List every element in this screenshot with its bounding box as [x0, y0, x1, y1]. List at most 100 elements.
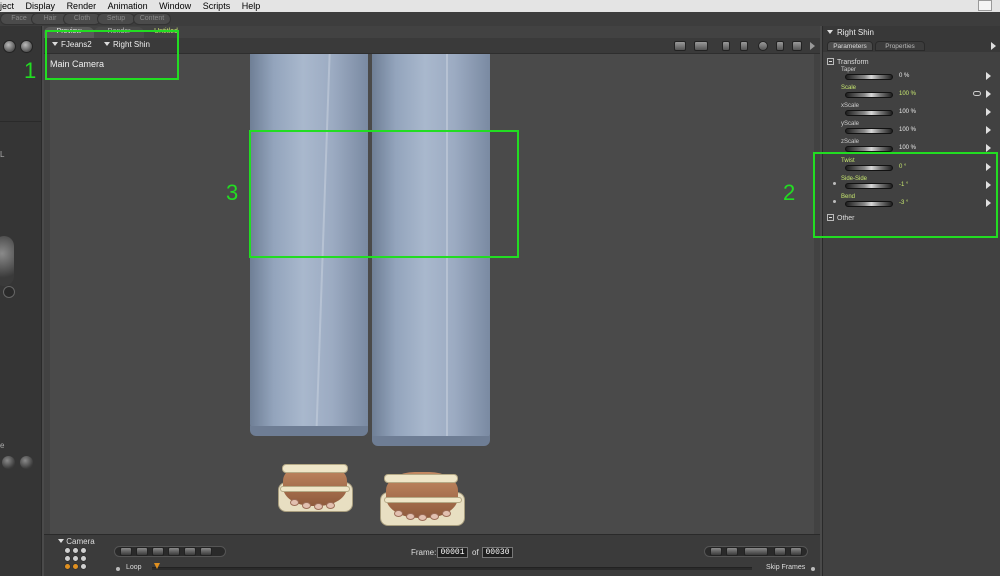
param-dial[interactable]: [845, 92, 893, 98]
group-transform-label: Transform: [837, 59, 869, 66]
param-dial[interactable]: [845, 74, 893, 80]
param-value[interactable]: 100 %: [899, 109, 916, 115]
panel-menu-arrow-icon[interactable]: [991, 42, 996, 50]
play-button[interactable]: [168, 547, 180, 556]
menu-window[interactable]: Window: [159, 0, 191, 12]
camera-pad-dot[interactable]: [72, 555, 79, 562]
tab-properties[interactable]: Properties: [875, 41, 925, 51]
next-frame-button[interactable]: [184, 547, 196, 556]
camera-pad-label[interactable]: Camera: [58, 537, 95, 546]
camera-pad-dot[interactable]: [80, 555, 87, 562]
toe: [326, 502, 335, 509]
panel-divider: [0, 121, 42, 122]
add-key-button[interactable]: [774, 547, 786, 556]
camera-pad-dot[interactable]: [72, 563, 79, 570]
annotation-box-3: [249, 130, 519, 258]
param-value[interactable]: 0 %: [899, 73, 909, 79]
light-ball-icon[interactable]: [20, 456, 33, 469]
stop-button[interactable]: [152, 547, 164, 556]
camera-tool-icon[interactable]: [20, 40, 33, 53]
camera-pad-dot[interactable]: [80, 547, 87, 554]
key-options-button[interactable]: [744, 547, 768, 556]
current-frame-field[interactable]: 00001: [437, 547, 468, 558]
delete-key-button[interactable]: [790, 547, 802, 556]
chevron-down-icon[interactable]: [827, 30, 833, 34]
timeline-scrubber[interactable]: [152, 567, 752, 570]
menu-animation[interactable]: Animation: [108, 0, 148, 12]
playhead-icon[interactable]: [154, 563, 160, 569]
param-dial[interactable]: [845, 110, 893, 116]
room-tabs-right: [820, 12, 1000, 26]
loop-label: Loop: [126, 564, 142, 571]
param-value[interactable]: 100 %: [899, 127, 916, 133]
menu-help[interactable]: Help: [242, 0, 261, 12]
room-tab-cloth[interactable]: Cloth: [63, 13, 101, 25]
room-tab-content[interactable]: Content: [133, 13, 171, 25]
room-tabs: Face Hair Cloth Setup Content: [0, 12, 820, 26]
lighting-icon[interactable]: [740, 41, 748, 51]
skip-frames-toggle-icon[interactable]: [811, 567, 815, 571]
toe: [406, 513, 415, 520]
select-figure-icon[interactable]: [674, 41, 686, 51]
panel-letter: L: [0, 150, 5, 159]
param-menu-arrow-icon[interactable]: [986, 90, 991, 98]
link-icon[interactable]: [973, 91, 981, 96]
toolbar-arrow-icon[interactable]: [810, 42, 815, 50]
total-frames-field[interactable]: 00030: [482, 547, 513, 558]
next-key-button[interactable]: [726, 547, 738, 556]
light-tool-icon[interactable]: [3, 40, 16, 53]
previous-key-button[interactable]: [710, 547, 722, 556]
parameters-panel: Right Shin Parameters Properties Transfo…: [822, 26, 1000, 576]
3d-viewport[interactable]: Main Camera: [50, 54, 814, 544]
group-transform[interactable]: Transform: [827, 58, 869, 66]
go-to-start-button[interactable]: [120, 547, 132, 556]
param-scale: Scale 100 %: [823, 85, 1000, 103]
trackball-icon[interactable]: [0, 236, 14, 286]
toe: [290, 499, 299, 506]
param-value[interactable]: 100 %: [899, 91, 916, 97]
room-tab-setup[interactable]: Setup: [97, 13, 135, 25]
jeans-cuff: [372, 436, 490, 446]
go-to-end-button[interactable]: [200, 547, 212, 556]
param-value[interactable]: 100 %: [899, 145, 916, 151]
param-menu-arrow-icon[interactable]: [986, 126, 991, 134]
chevron-down-icon: [58, 539, 64, 543]
loop-toggle-icon[interactable]: [116, 567, 120, 571]
menu-scripts[interactable]: Scripts: [203, 0, 231, 12]
camera-pad-dot[interactable]: [72, 547, 79, 554]
display-style-icon[interactable]: [694, 41, 708, 51]
param-taper: Taper 0 %: [823, 67, 1000, 85]
document-window: Preview Render Untitled FJeans2 Right Sh…: [44, 26, 820, 576]
param-name: Taper: [841, 67, 857, 73]
camera-pad-dot[interactable]: [80, 563, 87, 570]
param-name: xScale: [841, 103, 860, 109]
param-dial[interactable]: [845, 128, 893, 134]
collapse-icon: [827, 58, 834, 65]
panel-tabs: Parameters Properties: [823, 40, 1000, 52]
param-menu-arrow-icon[interactable]: [986, 72, 991, 80]
param-menu-arrow-icon[interactable]: [986, 108, 991, 116]
panel-letter: e: [0, 441, 5, 450]
annotation-box-2: [813, 152, 998, 238]
menu-display[interactable]: Display: [26, 0, 56, 12]
param-name: yScale: [841, 121, 860, 127]
camera-pad-dot[interactable]: [64, 555, 71, 562]
menu-project[interactable]: ject: [0, 0, 14, 12]
camera-icon[interactable]: [722, 41, 730, 51]
actor-title: Right Shin: [837, 28, 874, 37]
tab-parameters[interactable]: Parameters: [827, 41, 873, 51]
menu-render[interactable]: Render: [67, 0, 97, 12]
window-restore-button[interactable]: [978, 0, 992, 11]
camera-pad-dot[interactable]: [64, 547, 71, 554]
previous-frame-button[interactable]: [136, 547, 148, 556]
parameter-dial-icon[interactable]: [3, 286, 15, 298]
render-icon[interactable]: [758, 41, 768, 51]
param-menu-arrow-icon[interactable]: [986, 144, 991, 152]
light-ball-icon[interactable]: [2, 456, 15, 469]
move-icon[interactable]: [776, 41, 784, 51]
rotate-icon[interactable]: [792, 41, 802, 51]
left-tool-panel: L e: [0, 26, 42, 576]
camera-pad-dot[interactable]: [64, 563, 71, 570]
toe: [394, 510, 403, 517]
jeans-cuff: [250, 426, 368, 436]
